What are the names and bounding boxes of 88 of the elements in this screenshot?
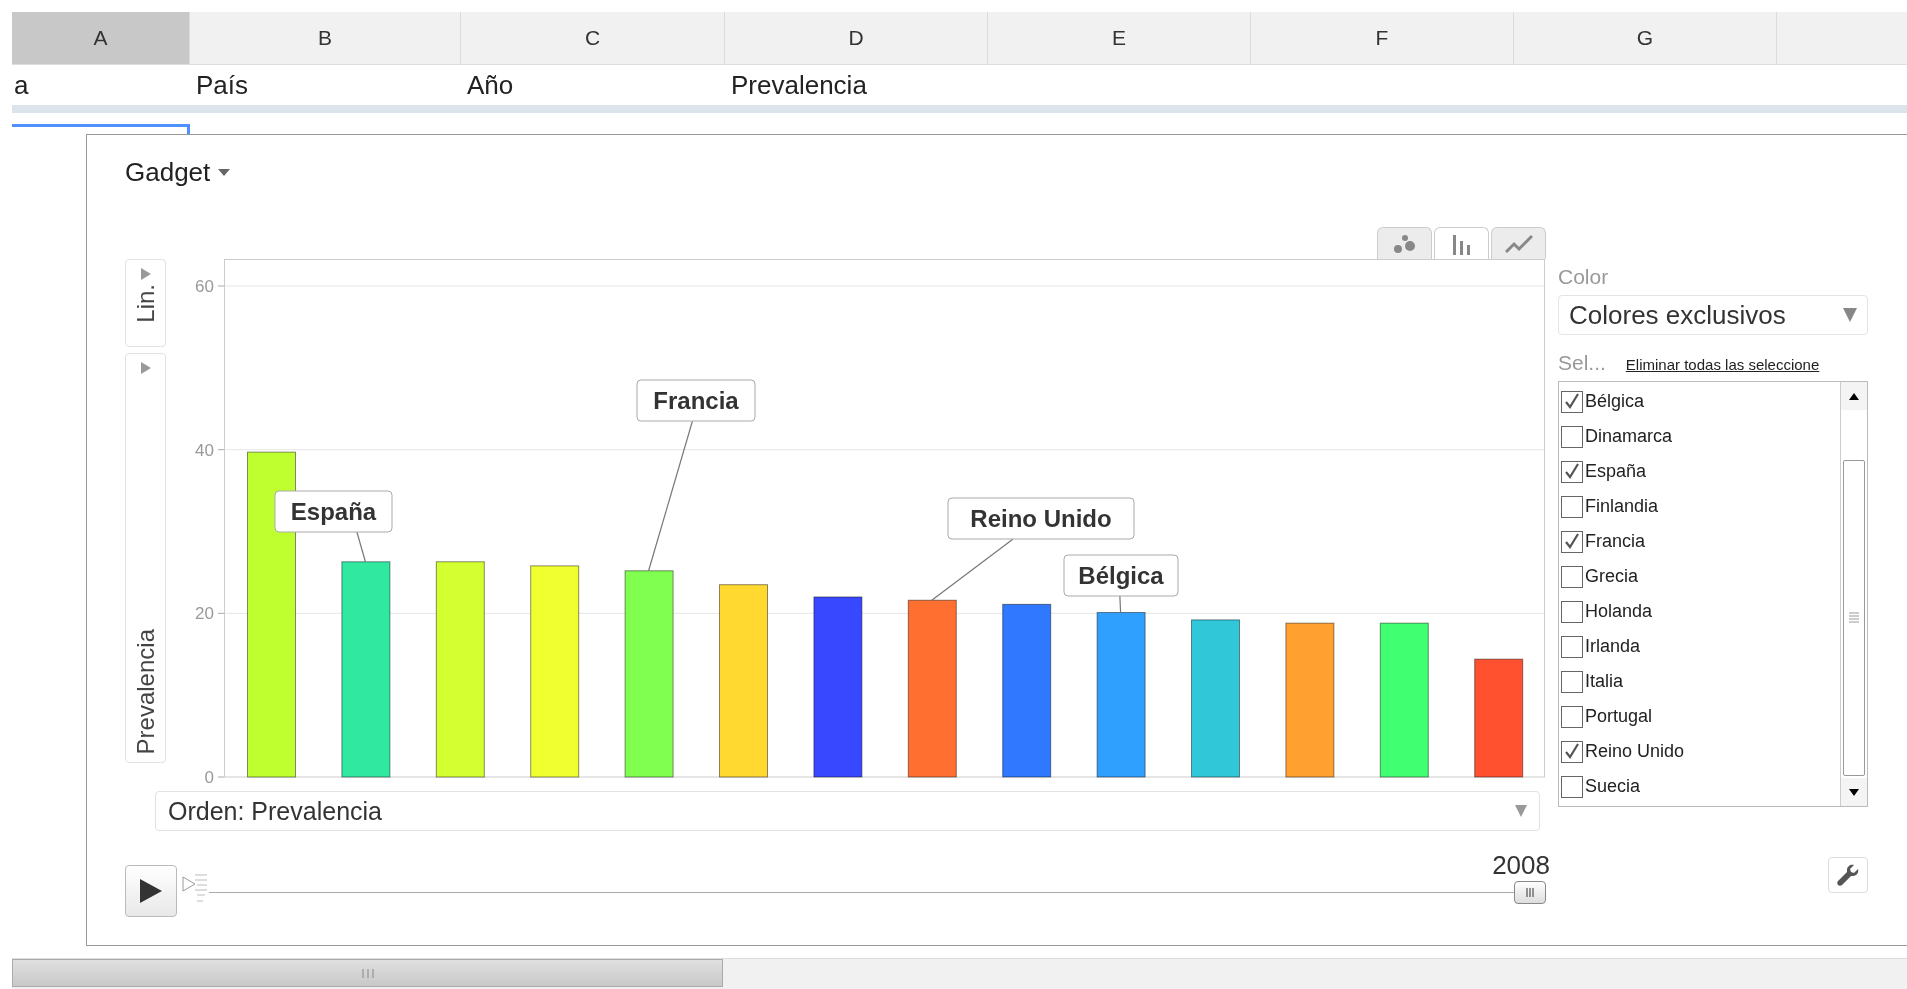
- caret-icon: [218, 169, 231, 176]
- leader-line: [356, 531, 366, 563]
- country-name[interactable]: Finlandia: [1585, 496, 1659, 517]
- leader-line: [1119, 595, 1122, 614]
- down-arrow-icon: [1849, 788, 1859, 796]
- column-header[interactable]: F: [1251, 12, 1514, 64]
- settings-button[interactable]: [1828, 857, 1868, 893]
- checkbox[interactable]: [1561, 425, 1583, 448]
- bar-label: Bélgica: [1078, 562, 1164, 589]
- y-tick-label: 40: [195, 440, 214, 460]
- checkbox[interactable]: [1561, 740, 1583, 763]
- country-name[interactable]: Italia: [1585, 671, 1624, 692]
- order-dropdown[interactable]: Orden: Prevalencia: [155, 791, 1540, 831]
- column-header[interactable]: E: [988, 12, 1251, 64]
- table-cell: País: [196, 69, 249, 100]
- expand-arrow-icon: [140, 362, 151, 374]
- bar[interactable]: [907, 599, 957, 778]
- checkbox[interactable]: [1561, 600, 1583, 623]
- country-name[interactable]: Dinamarca: [1585, 426, 1673, 447]
- bar[interactable]: [1191, 619, 1240, 778]
- scrollbar[interactable]: [1840, 382, 1867, 806]
- dropdown-arrow-icon: [1515, 805, 1527, 817]
- grip-icon: [1526, 888, 1534, 897]
- bar[interactable]: [813, 596, 863, 778]
- bar-label: Reino Unido: [970, 505, 1112, 532]
- country-name[interactable]: Suecia: [1585, 776, 1641, 797]
- bar-chart-icon: [1451, 232, 1472, 255]
- checkbox[interactable]: [1561, 775, 1583, 798]
- bar-label: España: [290, 498, 377, 525]
- axis-scale-button[interactable]: Lin.: [125, 259, 166, 347]
- table-cell: Año: [467, 69, 514, 100]
- bar[interactable]: [1002, 603, 1052, 778]
- bar[interactable]: [1379, 622, 1429, 778]
- color-label: Color: [1558, 265, 1610, 289]
- bar[interactable]: [1096, 612, 1146, 778]
- y-tick-label: 60: [195, 277, 214, 296]
- scrollbar[interactable]: [12, 959, 723, 987]
- slider-thumb[interactable]: [1514, 881, 1546, 904]
- grip-icon: [1849, 612, 1859, 624]
- checkbox[interactable]: [1561, 635, 1583, 658]
- checkbox[interactable]: [1561, 390, 1583, 413]
- gadget-menu[interactable]: Gadget: [125, 157, 231, 188]
- bar[interactable]: [1474, 658, 1524, 778]
- axis-variable-button[interactable]: Prevalencia: [125, 353, 166, 763]
- checkbox[interactable]: [1561, 460, 1583, 483]
- bar[interactable]: [530, 565, 580, 778]
- dropdown-arrow-icon: [1843, 308, 1857, 322]
- line-chart-icon: [1504, 234, 1533, 253]
- chart-type-tab[interactable]: [1491, 227, 1546, 259]
- country-name[interactable]: Irlanda: [1585, 636, 1641, 657]
- chart-type-tab[interactable]: [1377, 227, 1432, 259]
- y-tick-label: 20: [195, 604, 214, 624]
- chart-type-tab[interactable]: [1434, 227, 1489, 259]
- column-header[interactable]: B: [190, 12, 461, 64]
- up-arrow-icon: [1849, 392, 1859, 400]
- bar-label: Francia: [653, 387, 739, 414]
- play-icon: [140, 879, 162, 903]
- expand-arrow-icon: [140, 268, 151, 280]
- bar[interactable]: [1285, 622, 1335, 778]
- country-name[interactable]: Francia: [1585, 531, 1646, 552]
- color-dropdown[interactable]: Colores exclusivos: [1558, 295, 1868, 335]
- selection-label: Sel...: [1558, 351, 1606, 375]
- country-name[interactable]: España: [1585, 461, 1647, 482]
- country-name[interactable]: Portugal: [1585, 706, 1653, 727]
- column-header[interactable]: C: [461, 12, 725, 64]
- year-label: 2008: [1492, 850, 1550, 881]
- country-name[interactable]: Grecia: [1585, 566, 1638, 587]
- country-name[interactable]: Bélgica: [1585, 391, 1645, 412]
- checkbox[interactable]: [1561, 530, 1583, 553]
- bar[interactable]: [435, 561, 485, 778]
- checkbox[interactable]: [1561, 495, 1583, 518]
- table-cell: a: [14, 69, 29, 100]
- clear-selections-link[interactable]: Eliminar todas las seleccione: [1625, 356, 1820, 373]
- checkbox[interactable]: [1561, 670, 1583, 693]
- y-tick-label: 0: [204, 768, 214, 787]
- wrench-icon: [1837, 864, 1859, 886]
- checkbox[interactable]: [1561, 705, 1583, 728]
- column-header[interactable]: A: [12, 12, 190, 64]
- grip-icon: [361, 968, 374, 978]
- table-cell: Prevalencia: [731, 69, 867, 100]
- country-name[interactable]: Reino Unido: [1585, 741, 1685, 762]
- bubble-chart-icon: [1391, 233, 1418, 254]
- checkbox[interactable]: [1561, 565, 1583, 588]
- column-header[interactable]: G: [1514, 12, 1777, 64]
- column-header[interactable]: D: [725, 12, 988, 64]
- country-name[interactable]: Holanda: [1585, 601, 1653, 622]
- play-button[interactable]: [125, 865, 177, 917]
- bar[interactable]: [719, 584, 768, 778]
